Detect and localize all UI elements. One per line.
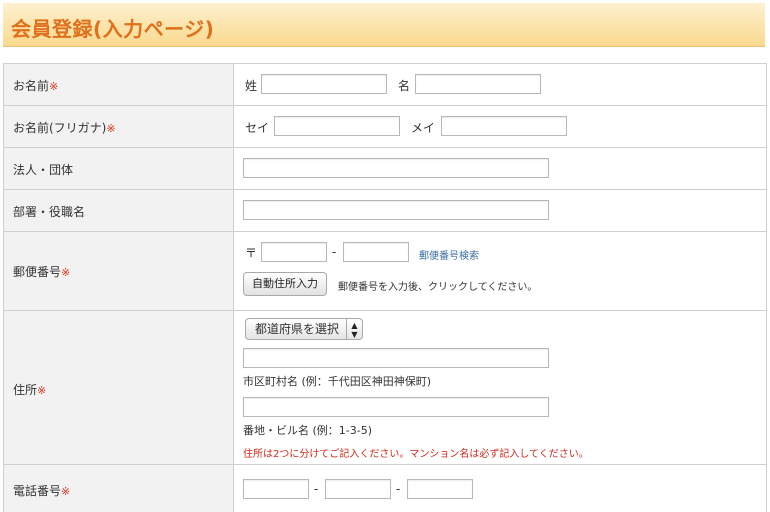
postal-code-first-input[interactable] [261,242,327,262]
postal-hint: 郵便番号を入力後、クリックしてください。 [338,282,538,293]
row-name: お名前※ 姓 名 [4,64,766,106]
address-note: 住所は2つに分けてご記入ください。マンション名は必ず記入してください。 [243,449,589,460]
postal-label: 郵便番号 [13,265,62,279]
company-input[interactable] [243,158,549,178]
phone-separator: - [396,482,401,496]
auto-address-button[interactable]: 自動住所入力 [243,272,327,296]
address-label: 住所 [13,383,38,397]
row-postal: 郵便番号※ 〒 - 郵便番号検索 自動住所入力 郵便番号を入力後、クリックしてく… [4,232,766,311]
required-mark: ※ [106,122,116,135]
first-name-input[interactable] [415,74,541,94]
phone-separator: - [314,482,319,496]
row-company: 法人・団体 [4,148,766,190]
phone-second-input[interactable] [325,479,391,499]
street-hint: 番地・ビル名 (例：1-3-5) [243,424,373,437]
registration-form: お名前※ 姓 名 お名前(フリガナ)※ セイ メイ 法人・団体 部署・役職名 郵… [3,63,767,512]
phone-first-input[interactable] [243,479,309,499]
sei-kana-label: セイ [245,121,270,135]
row-name-kana: お名前(フリガナ)※ セイ メイ [4,106,766,148]
street-input[interactable] [243,397,549,417]
name-kana-label: お名前(フリガナ) [13,121,107,135]
required-mark: ※ [37,384,47,397]
required-mark: ※ [61,485,71,498]
page-header: 会員登録(入力ページ) [3,3,765,47]
last-name-input[interactable] [261,74,387,94]
department-label: 部署・役職名 [13,205,86,219]
page-title: 会員登録(入力ページ) [11,17,215,41]
phone-label: 電話番号 [13,484,62,498]
postal-separator: - [332,245,337,259]
row-department: 部署・役職名 [4,190,766,232]
postal-code-second-input[interactable] [343,242,409,262]
city-input[interactable] [243,348,549,368]
phone-third-input[interactable] [407,479,473,499]
postal-mark: 〒 [245,246,258,260]
prefecture-select[interactable]: 都道府県を選択 ▲ ▼ [245,318,363,340]
required-mark: ※ [61,266,71,279]
mei-label: 名 [398,79,411,93]
name-label: お名前 [13,79,50,93]
first-name-kana-input[interactable] [441,116,567,136]
select-arrows-icon: ▲ ▼ [346,319,362,339]
city-hint: 市区町村名 (例：千代田区神田神保町) [243,375,432,388]
last-name-kana-input[interactable] [274,116,400,136]
company-label: 法人・団体 [13,163,74,177]
required-mark: ※ [49,80,59,93]
mei-kana-label: メイ [411,121,436,135]
row-phone: 電話番号※ - - [4,465,766,512]
department-input[interactable] [243,200,549,220]
postal-search-link[interactable]: 郵便番号検索 [419,247,479,262]
row-address: 住所※ 都道府県を選択 ▲ ▼ 市区町村名 (例：千代田区神田神保町) 番地・ビル… [4,311,766,465]
sei-label: 姓 [245,79,258,93]
